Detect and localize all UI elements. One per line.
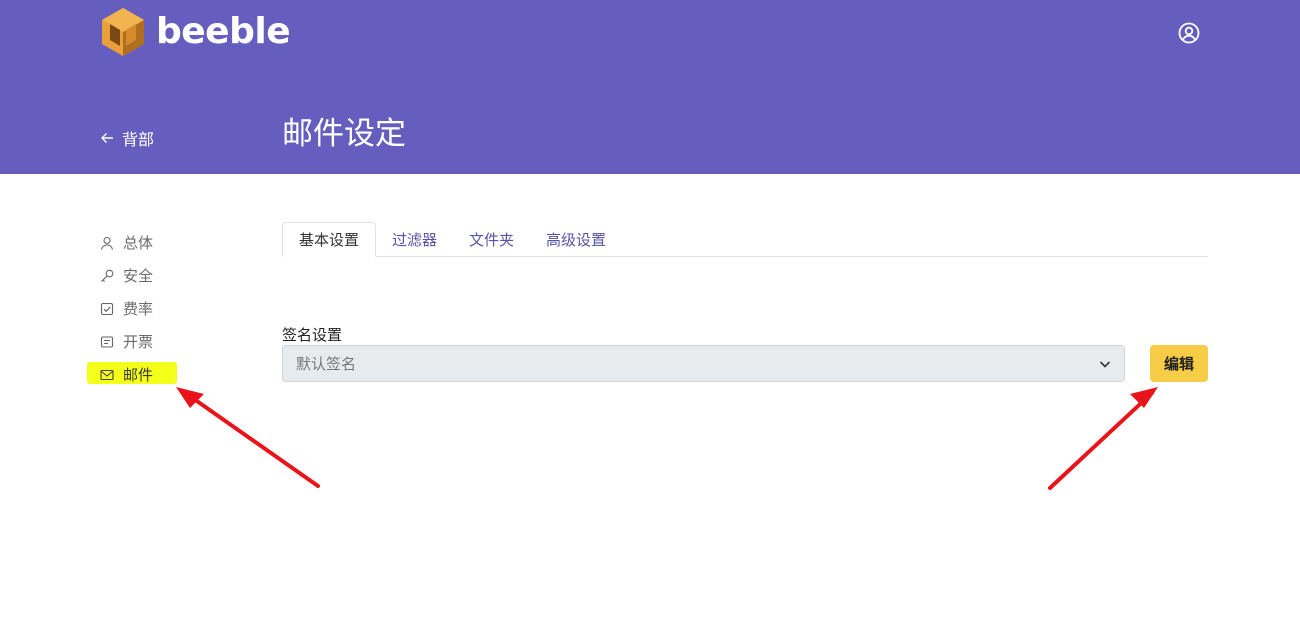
checkbox-icon [100,302,114,315]
page-title: 邮件设定 [282,116,406,152]
annotation-arrow-right [1048,387,1158,490]
sidebar-item-label: 费率 [123,300,154,318]
brand-name[interactable]: beeble [156,8,291,56]
sidebar-item-label: 总体 [123,234,154,252]
receipt-icon [100,335,114,348]
user-icon [100,236,114,250]
key-icon [101,269,114,282]
account-icon[interactable] [1177,21,1201,45]
signature-label: 签名设置 [282,326,343,344]
settings-tabs: 基本设置 过滤器 文件夹 高级设置 [282,222,1208,257]
back-link[interactable]: 背部 [100,126,154,150]
top-header: beeble 背部 邮件设定 [0,0,1300,174]
tab-basic-settings[interactable]: 基本设置 [282,222,377,257]
mail-icon [100,369,114,380]
sidebar-item-rates[interactable]: 费率 [100,292,260,325]
tab-filters[interactable]: 过滤器 [376,222,453,256]
signature-select[interactable]: 默认签名 [282,345,1125,382]
tab-advanced-settings[interactable]: 高级设置 [530,222,622,256]
sidebar-item-security[interactable]: 安全 [100,259,260,292]
sidebar-item-label: 安全 [123,267,154,285]
edit-signature-button[interactable]: 编辑 [1150,345,1208,382]
annotation-arrow-left [176,387,320,488]
settings-sidebar: 总体 安全 费率 开票 邮件 [87,226,260,391]
tab-folders[interactable]: 文件夹 [453,222,530,256]
beeble-logo-icon [102,8,144,56]
signature-selected-value: 默认签名 [296,355,357,373]
sidebar-item-label: 邮件 [123,366,154,384]
sidebar-item-mail[interactable]: 邮件 [87,358,260,391]
arrow-left-icon [101,133,113,143]
sidebar-item-general[interactable]: 总体 [100,226,260,259]
sidebar-item-label: 开票 [123,333,154,351]
back-label: 背部 [122,130,155,149]
sidebar-item-invoicing[interactable]: 开票 [100,325,260,358]
chevron-down-icon [1099,361,1111,368]
